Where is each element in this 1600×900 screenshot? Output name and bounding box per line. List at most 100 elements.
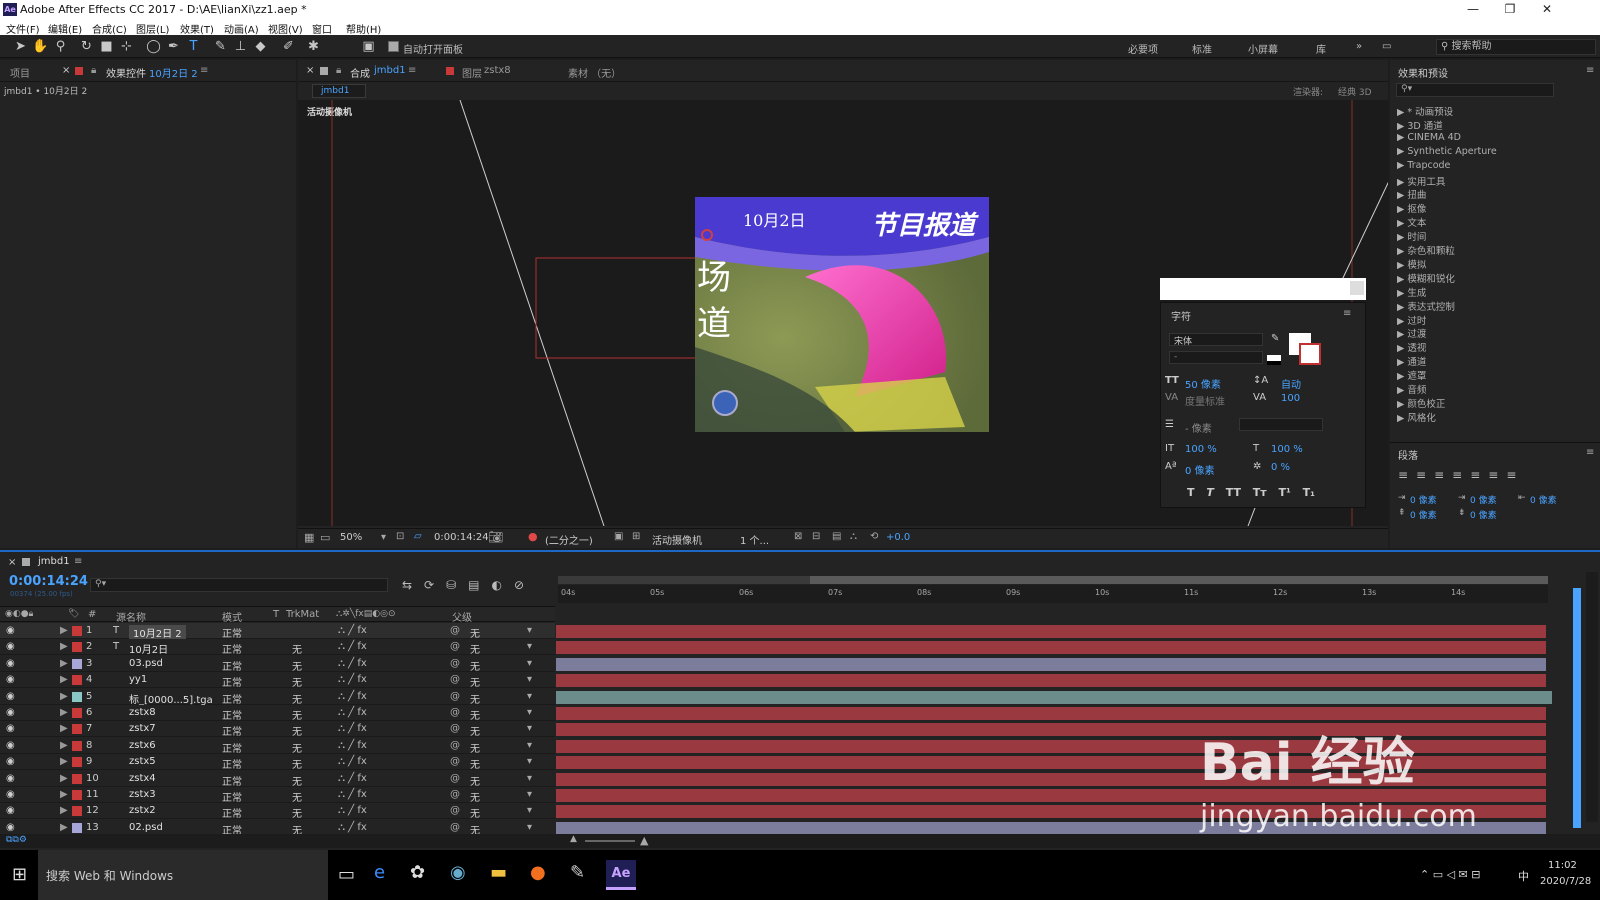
file-explorer-icon[interactable]: ▬ bbox=[490, 862, 507, 883]
effect-category-item[interactable]: ▶ 模拟 bbox=[1397, 257, 1426, 271]
layer-label-color[interactable] bbox=[72, 626, 82, 636]
flowchart-icon[interactable]: ⛬ bbox=[850, 531, 857, 542]
layer-parent-select[interactable]: 无 bbox=[470, 756, 480, 771]
region-icon[interactable]: ▱ bbox=[414, 531, 422, 542]
layer-name[interactable]: zstx5 bbox=[129, 756, 156, 767]
clock-date[interactable]: 2020/7/28 bbox=[1540, 876, 1591, 887]
workspace-libraries[interactable]: 库 bbox=[1316, 41, 1326, 56]
layer-mode-select[interactable]: 正常 bbox=[222, 723, 242, 738]
layer-duration-bar[interactable] bbox=[556, 690, 1552, 704]
effect-category-item[interactable]: ▶ CINEMA 4D bbox=[1397, 132, 1461, 143]
effect-category-item[interactable]: ▶ Synthetic Aperture bbox=[1397, 146, 1497, 157]
layer-label-color[interactable] bbox=[72, 658, 82, 669]
layer-trkmat-select[interactable]: 无 bbox=[292, 658, 302, 673]
eye-icon[interactable]: ◉ bbox=[6, 658, 15, 669]
layer-mode-select[interactable]: 正常 bbox=[222, 756, 242, 771]
timeline-current-time[interactable]: 0:00:14:24 bbox=[9, 574, 88, 589]
tab-close-icon[interactable]: × bbox=[62, 65, 70, 76]
layer-mode-select[interactable]: 正常 bbox=[222, 691, 242, 706]
camera-tool-icon[interactable]: ■ bbox=[98, 38, 115, 55]
tab-layer[interactable]: 图层 bbox=[462, 65, 482, 80]
exposure-value[interactable]: +0.0 bbox=[886, 532, 910, 543]
eye-icon[interactable]: ◉ bbox=[6, 822, 15, 833]
expand-arrow-icon[interactable]: ▶ bbox=[60, 773, 68, 784]
layer-label-color[interactable] bbox=[72, 675, 82, 686]
space-before-value[interactable]: 0 像素 bbox=[1410, 508, 1437, 521]
layer-name[interactable]: zstx2 bbox=[129, 805, 156, 816]
layer-label-color[interactable] bbox=[72, 806, 82, 817]
column-trkmat[interactable]: TrkMat bbox=[286, 609, 319, 620]
views-select[interactable]: 1 个... bbox=[740, 532, 769, 547]
eraser-tool-icon[interactable]: ◆ bbox=[252, 38, 269, 55]
layer-parent-select[interactable]: 无 bbox=[470, 773, 480, 788]
layer-row[interactable]: ◉ ▶ 11 zstx3 正常 无 ⛬ ╱ fx @ 无 ▾ bbox=[0, 787, 555, 804]
expand-arrow-icon[interactable]: ▶ bbox=[60, 756, 68, 767]
app2-icon[interactable]: ◉ bbox=[450, 862, 466, 883]
work-area-range[interactable] bbox=[810, 576, 1548, 584]
layer-name[interactable]: zstx4 bbox=[129, 773, 156, 784]
preview-icon[interactable]: ▦ bbox=[304, 531, 314, 544]
effect-category-item[interactable]: ▶ 透视 bbox=[1397, 340, 1426, 354]
menu-layer[interactable]: 图层(L) bbox=[136, 21, 169, 36]
fit-icon[interactable]: ⊡ bbox=[396, 531, 404, 542]
expand-arrow-icon[interactable]: ▶ bbox=[60, 723, 68, 734]
layer-row[interactable]: ◉ ▶ 3 03.psd 正常 无 ⛬ ╱ fx @ 无 ▾ bbox=[0, 655, 555, 673]
layer-parent-select[interactable]: 无 bbox=[470, 707, 480, 722]
layer-mode-select[interactable]: 正常 bbox=[222, 641, 242, 656]
panel-menu-icon[interactable]: ≡ bbox=[200, 65, 208, 76]
tab-close-icon[interactable]: × bbox=[8, 557, 16, 568]
layer-mode-select[interactable]: 正常 bbox=[222, 625, 242, 640]
tab-footage[interactable]: 素材 （无） bbox=[568, 65, 621, 80]
panel-menu-icon[interactable]: ≡ bbox=[74, 556, 82, 567]
vertical-scale-value[interactable]: 100 % bbox=[1185, 444, 1217, 455]
menu-effect[interactable]: 效果(T) bbox=[180, 21, 214, 36]
app-icon[interactable]: ✿ bbox=[410, 862, 425, 883]
effect-category-item[interactable]: ▶ 扭曲 bbox=[1397, 187, 1426, 201]
auto-open-checkbox[interactable] bbox=[388, 41, 399, 52]
renderer-value[interactable]: 经典 3D bbox=[1338, 85, 1372, 98]
menu-composition[interactable]: 合成(C) bbox=[92, 21, 127, 36]
eye-icon[interactable]: ◉ bbox=[6, 723, 15, 734]
layer-row[interactable]: ◉ ▶ 5 标_[0000...5].tga 正常 无 ⛬ ╱ fx @ 无 ▾ bbox=[0, 688, 555, 706]
effect-category-item[interactable]: ▶ 杂色和颗粒 bbox=[1397, 243, 1455, 257]
indent-right-value[interactable]: 0 像素 bbox=[1530, 493, 1557, 506]
layer-row[interactable]: ◉ ▶ 7 zstx7 正常 无 ⛬ ╱ fx @ 无 ▾ bbox=[0, 721, 555, 738]
eye-icon[interactable]: ◉ bbox=[6, 691, 15, 702]
tab-composition-name[interactable]: jmbd1 bbox=[374, 65, 406, 76]
expand-arrow-icon[interactable]: ▶ bbox=[60, 691, 68, 702]
tray-icons[interactable]: ⌃ ▭ ◁ ✉ ⊟ bbox=[1420, 868, 1481, 881]
workspace-essentials[interactable]: 必要项 bbox=[1128, 41, 1158, 56]
monitor-icon[interactable]: ▭ bbox=[320, 531, 330, 544]
roto-brush-tool-icon[interactable]: ✐ bbox=[280, 38, 297, 55]
layer-duration-bar[interactable] bbox=[556, 641, 1546, 655]
timeline-vertical-scrollbar[interactable] bbox=[1586, 572, 1598, 822]
menu-window[interactable]: 窗口 bbox=[312, 21, 332, 36]
tab-project[interactable]: 项目 bbox=[10, 65, 30, 80]
layer-label-color[interactable] bbox=[72, 757, 82, 768]
layer-parent-select[interactable]: 无 bbox=[470, 691, 480, 706]
layer-duration-bar[interactable] bbox=[556, 707, 1546, 720]
leading-value[interactable]: 自动 bbox=[1281, 376, 1301, 391]
expand-arrow-icon[interactable]: ▶ bbox=[60, 674, 68, 685]
layer-label-color[interactable] bbox=[72, 708, 82, 718]
time-ruler[interactable]: 04s 05s 06s 07s 08s 09s 10s 11s 12s 13s … bbox=[558, 585, 1548, 603]
panel-menu-icon[interactable]: ≡ bbox=[1343, 308, 1351, 319]
black-white-swatch[interactable] bbox=[1267, 355, 1281, 365]
menu-animation[interactable]: 动画(A) bbox=[224, 21, 259, 36]
layer-mode-select[interactable]: 正常 bbox=[222, 674, 242, 689]
layer-label-color[interactable] bbox=[72, 773, 82, 784]
kerning-value[interactable]: 度量标准 bbox=[1185, 393, 1225, 408]
layer-trkmat-select[interactable]: 无 bbox=[292, 691, 302, 706]
expand-arrow-icon[interactable]: ▶ bbox=[60, 789, 68, 800]
panel-menu-icon[interactable]: ≡ bbox=[408, 65, 416, 76]
effect-category-item[interactable]: ▶ 3D 通道 bbox=[1397, 118, 1443, 132]
zoom-dropdown-icon[interactable]: ▾ bbox=[381, 532, 386, 543]
eye-icon[interactable]: ◉ bbox=[6, 789, 15, 800]
layer-duration-bar[interactable] bbox=[556, 625, 1546, 638]
stroke-order-select[interactable] bbox=[1239, 418, 1323, 431]
pan-behind-tool-icon[interactable]: ⊹ bbox=[118, 38, 135, 55]
eye-icon[interactable]: ◉ bbox=[6, 773, 15, 784]
expand-arrow-icon[interactable]: ▶ bbox=[60, 740, 68, 751]
font-size-value[interactable]: 50 像素 bbox=[1185, 376, 1221, 391]
effect-category-item[interactable]: ▶ 过渡 bbox=[1397, 326, 1426, 340]
